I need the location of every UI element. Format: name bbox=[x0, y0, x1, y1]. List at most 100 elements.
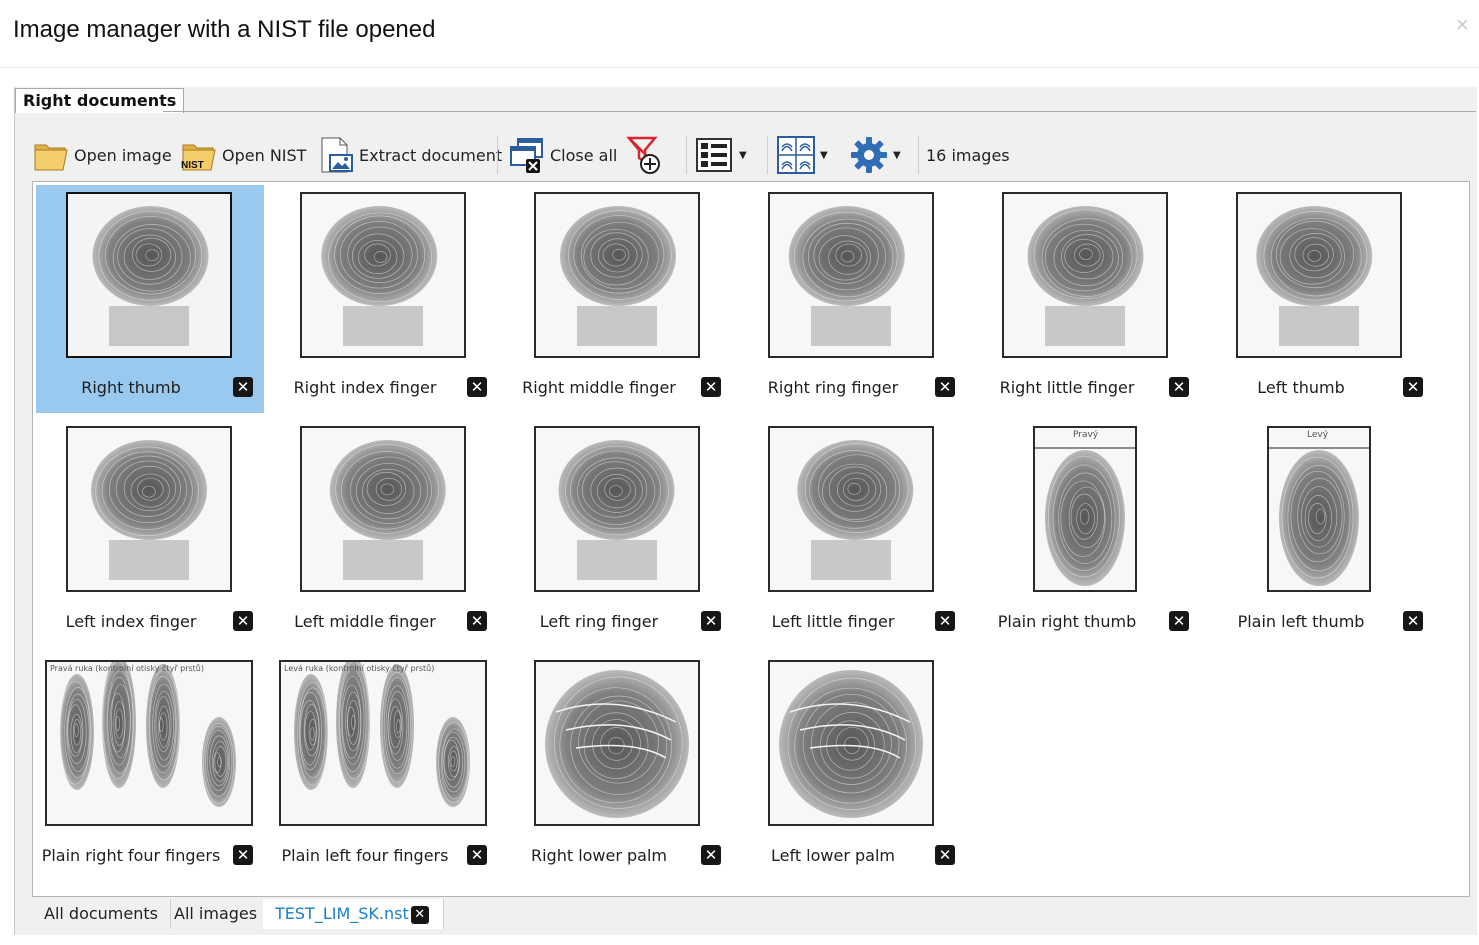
image-label: Left thumb bbox=[1257, 378, 1345, 397]
image-tile[interactable]: Levá ruka (kontrolní otisky čtyř prstů) P… bbox=[270, 653, 498, 881]
fingerprint-image bbox=[1269, 447, 1369, 586]
image-caption: Pravá ruka (kontrolní otisky čtyř prstů) bbox=[50, 664, 204, 673]
image-label: Right thumb bbox=[81, 378, 181, 397]
fingerprint-image bbox=[788, 206, 905, 346]
image-tile[interactable]: Right lower palm ✕ bbox=[504, 653, 732, 881]
fingerprint-image bbox=[91, 440, 208, 580]
close-image-icon[interactable]: ✕ bbox=[935, 377, 955, 397]
image-label: Right index finger bbox=[293, 378, 437, 397]
extract-document-label: Extract document bbox=[359, 145, 503, 165]
close-image-icon[interactable]: ✕ bbox=[935, 845, 955, 865]
image-label: Left index finger bbox=[65, 612, 197, 631]
close-image-icon[interactable]: ✕ bbox=[1169, 611, 1189, 631]
nist-badge: NIST bbox=[181, 160, 204, 171]
image-thumbnail: Levá ruka (kontrolní otisky čtyř prstů) bbox=[279, 660, 487, 826]
close-image-icon[interactable]: ✕ bbox=[233, 611, 253, 631]
image-thumbnail bbox=[66, 426, 232, 592]
image-tile[interactable]: Right thumb ✕ bbox=[36, 185, 264, 413]
image-thumbnail bbox=[66, 192, 232, 358]
close-image-icon[interactable]: ✕ bbox=[701, 611, 721, 631]
tab-strip-line bbox=[163, 111, 1476, 112]
close-image-icon[interactable]: ✕ bbox=[701, 845, 721, 865]
toolbar-separator bbox=[767, 136, 768, 174]
close-image-icon[interactable]: ✕ bbox=[233, 377, 253, 397]
extract-document-button[interactable]: Extract document bbox=[317, 130, 502, 180]
fingerprint-image bbox=[797, 440, 914, 580]
image-count: 16 images bbox=[926, 145, 1010, 165]
image-label: Right lower palm bbox=[530, 846, 668, 865]
image-thumbnail bbox=[768, 426, 934, 592]
close-image-icon[interactable]: ✕ bbox=[1403, 377, 1423, 397]
close-image-icon[interactable]: ✕ bbox=[935, 611, 955, 631]
fingerprint-image bbox=[1035, 447, 1135, 586]
remove-filter-button[interactable] bbox=[626, 130, 666, 180]
image-thumbnail bbox=[534, 426, 700, 592]
tab-all-images[interactable]: All images bbox=[162, 899, 271, 929]
image-tile[interactable]: Left thumb ✕ bbox=[1206, 185, 1434, 413]
chevron-down-icon: ▼ bbox=[739, 149, 747, 161]
close-image-icon[interactable]: ✕ bbox=[1169, 377, 1189, 397]
fingerprint-view-icon bbox=[777, 136, 815, 174]
image-caption: Levý bbox=[1307, 430, 1329, 440]
fingerprint-image bbox=[560, 206, 677, 346]
close-image-icon[interactable]: ✕ bbox=[701, 377, 721, 397]
image-thumbnail bbox=[1002, 192, 1168, 358]
view-layout-dropdown[interactable]: ▼ bbox=[695, 130, 747, 180]
image-caption: Pravý bbox=[1073, 430, 1099, 440]
close-all-icon bbox=[510, 138, 543, 173]
open-image-label: Open image bbox=[74, 145, 172, 165]
image-label: Plain right thumb bbox=[997, 612, 1137, 631]
image-label: Plain left thumb bbox=[1237, 612, 1365, 631]
dialog-title: Image manager with a NIST file opened bbox=[13, 16, 436, 43]
close-image-icon[interactable]: ✕ bbox=[1403, 611, 1423, 631]
image-tile[interactable]: Pravý Plain right thumb ✕ bbox=[972, 419, 1200, 647]
toolbar-separator bbox=[918, 136, 919, 174]
close-all-button[interactable]: Close all bbox=[508, 130, 617, 180]
remove-filter-icon bbox=[626, 136, 660, 174]
fingerprint-image bbox=[558, 440, 675, 580]
close-tab-icon[interactable]: ✕ bbox=[410, 905, 429, 924]
image-thumbnail bbox=[768, 660, 934, 826]
fingerprint-image bbox=[545, 670, 689, 818]
fingerprint-image bbox=[59, 662, 236, 807]
image-tile[interactable]: Levý Plain left thumb ✕ bbox=[1206, 419, 1434, 647]
image-thumbnail bbox=[300, 426, 466, 592]
image-label: Left middle finger bbox=[294, 612, 436, 631]
fingerprint-view-dropdown[interactable]: ▼ bbox=[776, 130, 828, 180]
image-tile[interactable]: Left lower palm ✕ bbox=[738, 653, 966, 881]
image-label: Plain right four fingers bbox=[41, 846, 221, 865]
image-label: Right little finger bbox=[999, 378, 1135, 397]
image-tile[interactable]: Left little finger ✕ bbox=[738, 419, 966, 647]
tab-test-lim-sk[interactable]: TEST_LIM_SK.nst ✕ bbox=[263, 899, 444, 929]
close-image-icon[interactable]: ✕ bbox=[233, 845, 253, 865]
close-image-icon[interactable]: ✕ bbox=[467, 611, 487, 631]
settings-dropdown[interactable]: ▼ bbox=[849, 130, 901, 180]
tab-all-documents[interactable]: All documents bbox=[32, 899, 171, 929]
image-label: Right middle finger bbox=[522, 378, 676, 397]
image-tile[interactable]: Pravá ruka (kontrolní otisky čtyř prstů)… bbox=[36, 653, 264, 881]
image-tile[interactable]: Left index finger ✕ bbox=[36, 419, 264, 647]
image-thumbnail: Pravá ruka (kontrolní otisky čtyř prstů) bbox=[45, 660, 253, 826]
header-divider bbox=[0, 67, 1479, 68]
view-layout-icon bbox=[696, 138, 732, 172]
open-nist-button[interactable]: NIST Open NIST bbox=[180, 130, 306, 180]
image-thumbnail: Levý bbox=[1267, 426, 1371, 592]
image-tile[interactable]: Right little finger ✕ bbox=[972, 185, 1200, 413]
image-tile[interactable]: Left ring finger ✕ bbox=[504, 419, 732, 647]
fingerprint-image bbox=[321, 206, 438, 346]
image-thumbnail bbox=[1236, 192, 1402, 358]
close-image-icon[interactable]: ✕ bbox=[467, 377, 487, 397]
image-thumbnail: Pravý bbox=[1033, 426, 1137, 592]
tab-file-label: TEST_LIM_SK.nst bbox=[275, 904, 409, 923]
image-tile[interactable]: Right middle finger ✕ bbox=[504, 185, 732, 413]
image-caption: Levá ruka (kontrolní otisky čtyř prstů) bbox=[284, 664, 435, 673]
image-tile[interactable]: Left middle finger ✕ bbox=[270, 419, 498, 647]
open-image-button[interactable]: Open image bbox=[32, 130, 172, 180]
close-image-icon[interactable]: ✕ bbox=[467, 845, 487, 865]
image-thumbnail bbox=[534, 192, 700, 358]
folder-icon bbox=[34, 144, 68, 171]
image-tile[interactable]: Right index finger ✕ bbox=[270, 185, 498, 413]
image-tile[interactable]: Right ring finger ✕ bbox=[738, 185, 966, 413]
close-icon[interactable]: × bbox=[1456, 14, 1469, 36]
tab-right-documents[interactable]: Right documents bbox=[15, 88, 185, 113]
